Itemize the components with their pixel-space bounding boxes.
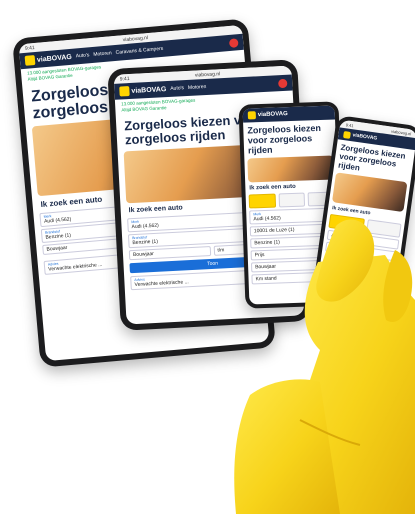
yellow-glove-hand (234, 219, 415, 514)
device-mockup-stage: 9:41 viabovag.nl viaBOVAG Auto's Motoren… (0, 0, 415, 514)
